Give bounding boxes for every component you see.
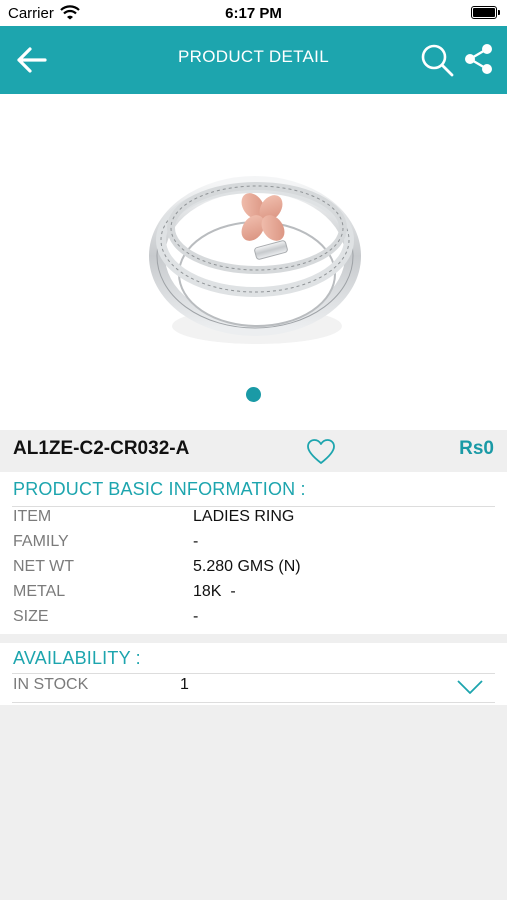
heart-icon[interactable] [306,438,336,466]
divider [12,673,495,674]
share-icon[interactable] [464,43,494,75]
status-time: 6:17 PM [225,5,282,22]
product-code: AL1ZE-C2-CR032-A [13,438,190,459]
info-value-item: LADIES RING [193,508,295,525]
page-indicator-dot[interactable] [246,387,261,402]
basic-info-section: PRODUCT BASIC INFORMATION : ITEM LADIES … [0,472,507,634]
availability-label: IN STOCK [13,676,89,693]
divider [12,506,495,507]
info-label-metal: METAL [13,583,66,600]
info-label-family: FAMILY [13,533,69,550]
info-value-size: - [193,608,199,625]
nav-bar: PRODUCT DETAIL [0,26,507,94]
product-title-row: AL1ZE-C2-CR032-A Rs0 [0,430,507,472]
availability-heading: AVAILABILITY : [13,648,141,668]
info-label-item: ITEM [13,508,52,525]
info-label-size: SIZE [13,608,49,625]
info-value-net-wt: 5.280 GMS (N) [193,558,301,575]
product-image [149,176,361,344]
availability-section[interactable]: AVAILABILITY : IN STOCK 1 [0,643,507,705]
availability-value: 1 [180,676,189,693]
search-icon[interactable] [420,43,454,77]
info-value-family: - [193,533,199,550]
battery-icon [471,6,500,19]
chevron-down-icon[interactable] [456,679,484,695]
product-price: Rs0 [459,438,494,459]
info-value-metal: 18K - [193,583,236,600]
product-image-gallery[interactable] [0,94,507,430]
divider [12,702,495,703]
status-bar: Carrier 6:17 PM [0,0,507,26]
info-label-net-wt: NET WT [13,558,75,575]
basic-info-heading: PRODUCT BASIC INFORMATION : [13,479,306,499]
